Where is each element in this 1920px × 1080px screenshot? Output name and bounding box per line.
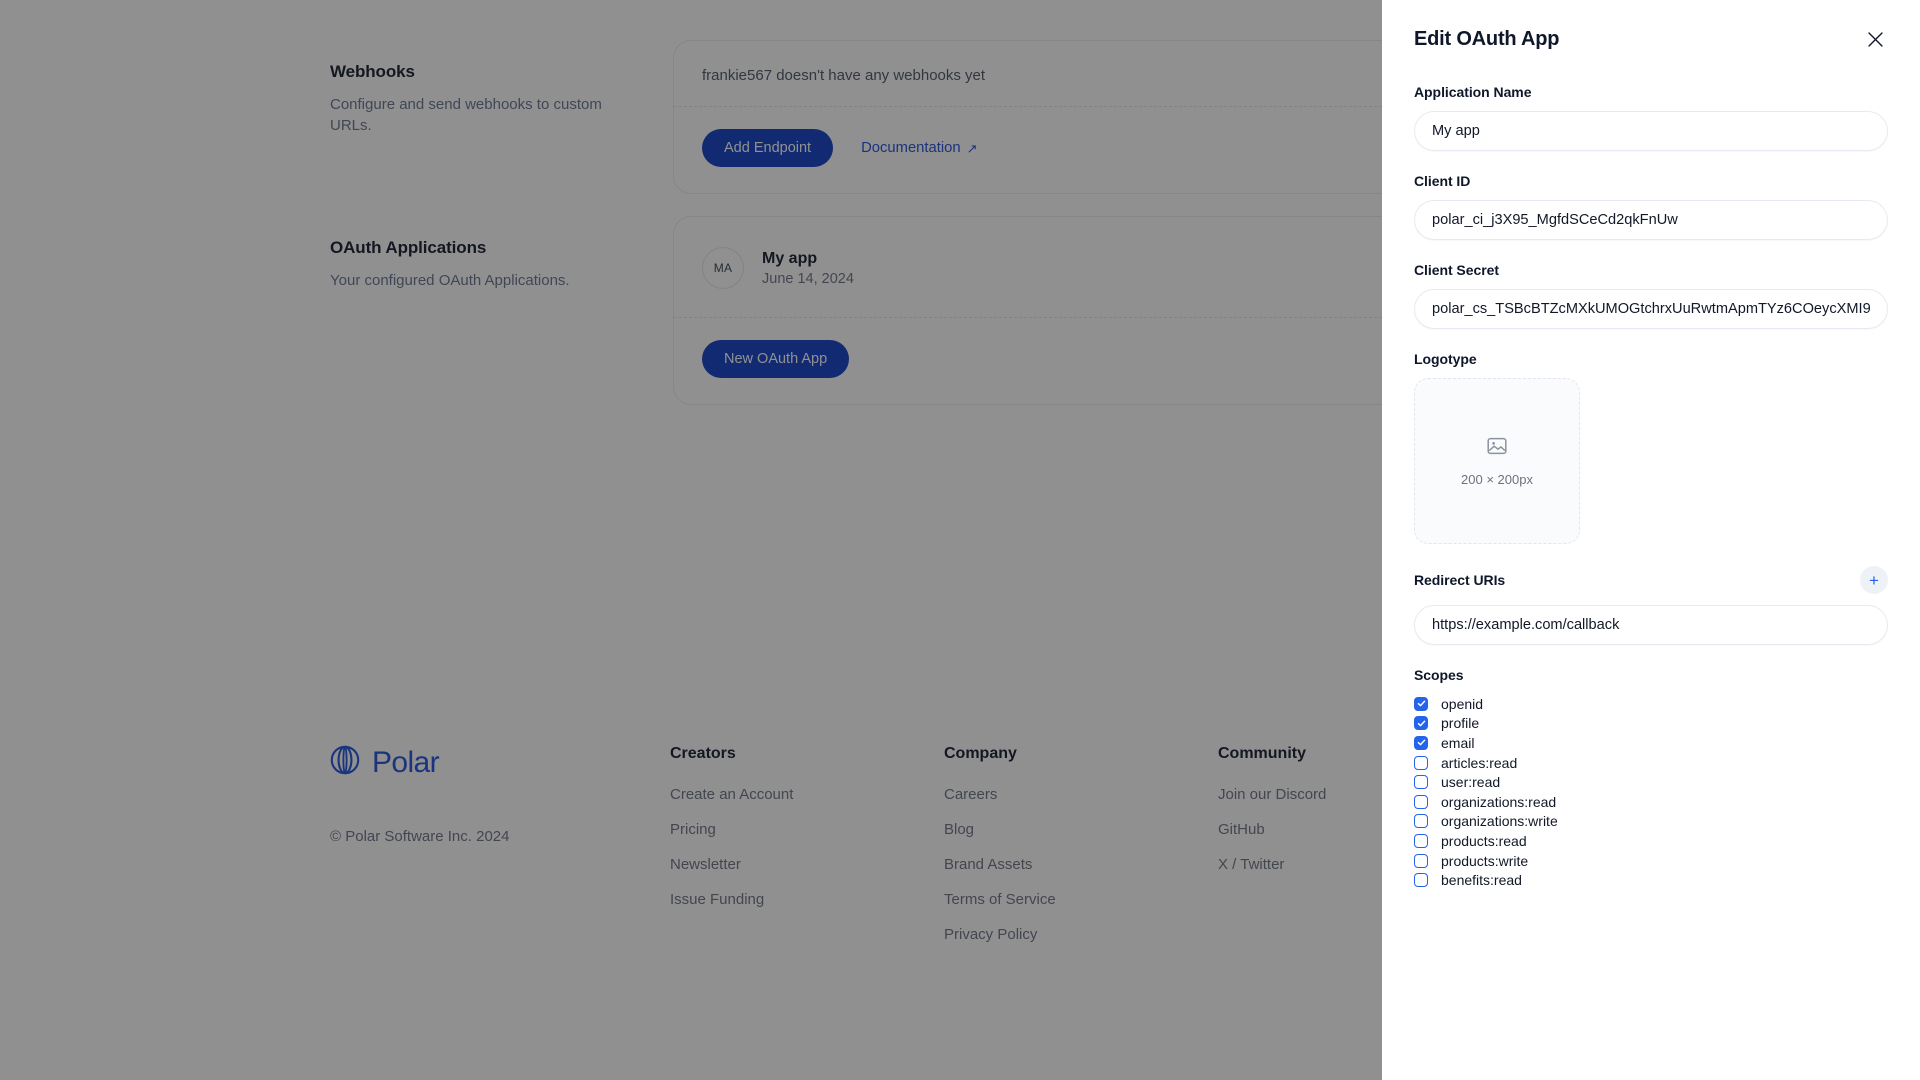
scope-label: articles:read: [1441, 754, 1518, 771]
panel-form: Application Name Client ID Client Secret…: [1382, 60, 1920, 1080]
edit-oauth-app-panel: Edit OAuth App Application Name Client I…: [1382, 0, 1920, 1080]
checkbox-unchecked-icon[interactable]: [1414, 755, 1428, 770]
application-name-label: Application Name: [1414, 84, 1532, 100]
checkbox-checked-icon[interactable]: [1414, 696, 1428, 711]
scope-label: organizations:read: [1441, 793, 1557, 810]
client-secret-label: Client Secret: [1414, 262, 1499, 278]
scope-label: openid: [1441, 695, 1484, 712]
image-icon: [1486, 435, 1508, 462]
logotype-label: Logotype: [1414, 351, 1477, 367]
scope-label: products:read: [1441, 832, 1527, 849]
scope-row[interactable]: benefits:read: [1414, 870, 1888, 890]
logotype-upload-dropzone[interactable]: 200 × 200px: [1414, 378, 1580, 544]
scopes-label: Scopes: [1414, 667, 1464, 683]
field-application-name: Application Name: [1414, 84, 1888, 151]
panel-header: Edit OAuth App: [1382, 0, 1920, 60]
scope-row[interactable]: openid: [1414, 694, 1888, 714]
scope-label: user:read: [1441, 774, 1501, 791]
checkbox-unchecked-icon[interactable]: [1414, 775, 1428, 790]
client-secret-input[interactable]: [1414, 289, 1888, 329]
checkbox-checked-icon[interactable]: [1414, 716, 1428, 731]
checkbox-unchecked-icon[interactable]: [1414, 853, 1428, 868]
checkbox-unchecked-icon[interactable]: [1414, 814, 1428, 829]
scope-row[interactable]: articles:read: [1414, 753, 1888, 773]
scope-label: profile: [1441, 715, 1480, 732]
redirect-uri-input[interactable]: [1414, 605, 1888, 645]
page-title: Edit OAuth App: [1414, 27, 1560, 50]
scope-row[interactable]: products:write: [1414, 851, 1888, 871]
redirect-uris-label: Redirect URIs: [1414, 572, 1506, 588]
scope-label: organizations:write: [1441, 813, 1558, 830]
checkbox-unchecked-icon[interactable]: [1414, 833, 1428, 848]
close-icon[interactable]: [1862, 26, 1888, 52]
scope-row[interactable]: user:read: [1414, 772, 1888, 792]
plus-icon[interactable]: +: [1860, 566, 1888, 594]
scope-row[interactable]: email: [1414, 733, 1888, 753]
field-logotype: Logotype 200 × 200px: [1414, 351, 1888, 544]
client-id-label: Client ID: [1414, 173, 1471, 189]
scope-label: email: [1441, 734, 1475, 751]
scope-row[interactable]: organizations:write: [1414, 812, 1888, 832]
redirect-uris-header: Redirect URIs +: [1414, 566, 1888, 594]
scopes-checkbox-list: openid profile email articles:read user:read…: [1414, 694, 1888, 890]
checkbox-unchecked-icon[interactable]: [1414, 873, 1428, 888]
field-scopes: Scopes openid profile email articles:read us…: [1414, 667, 1888, 890]
logotype-size-hint: 200 × 200px: [1461, 472, 1533, 487]
scope-label: products:write: [1441, 852, 1529, 869]
field-client-id: Client ID: [1414, 173, 1888, 240]
client-id-input[interactable]: [1414, 200, 1888, 240]
checkbox-checked-icon[interactable]: [1414, 735, 1428, 750]
field-redirect-uris: Redirect URIs +: [1414, 566, 1888, 645]
checkbox-unchecked-icon[interactable]: [1414, 794, 1428, 809]
scope-row[interactable]: profile: [1414, 714, 1888, 734]
application-name-input[interactable]: [1414, 111, 1888, 151]
scope-row[interactable]: organizations:read: [1414, 792, 1888, 812]
field-client-secret: Client Secret: [1414, 262, 1888, 329]
scope-label: benefits:read: [1441, 872, 1522, 889]
scope-row[interactable]: products:read: [1414, 831, 1888, 851]
